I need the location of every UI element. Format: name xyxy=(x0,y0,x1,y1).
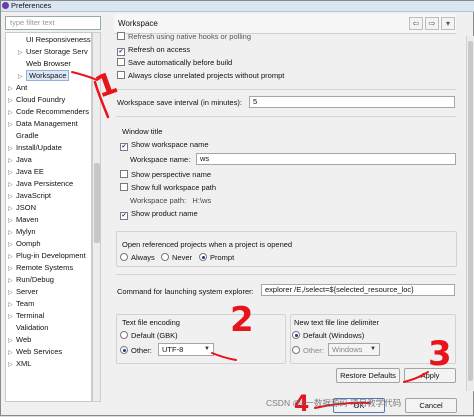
watermark: CSDN @it一数据源码 项目教学代码 xyxy=(266,398,402,408)
annotation-arrow-2 xyxy=(211,352,237,361)
annotation-marks xyxy=(71,71,429,409)
annotation-number-2: 2 xyxy=(230,300,254,340)
annotation-arrow-3 xyxy=(403,371,429,383)
annotation-number-3: 3 xyxy=(428,334,452,374)
